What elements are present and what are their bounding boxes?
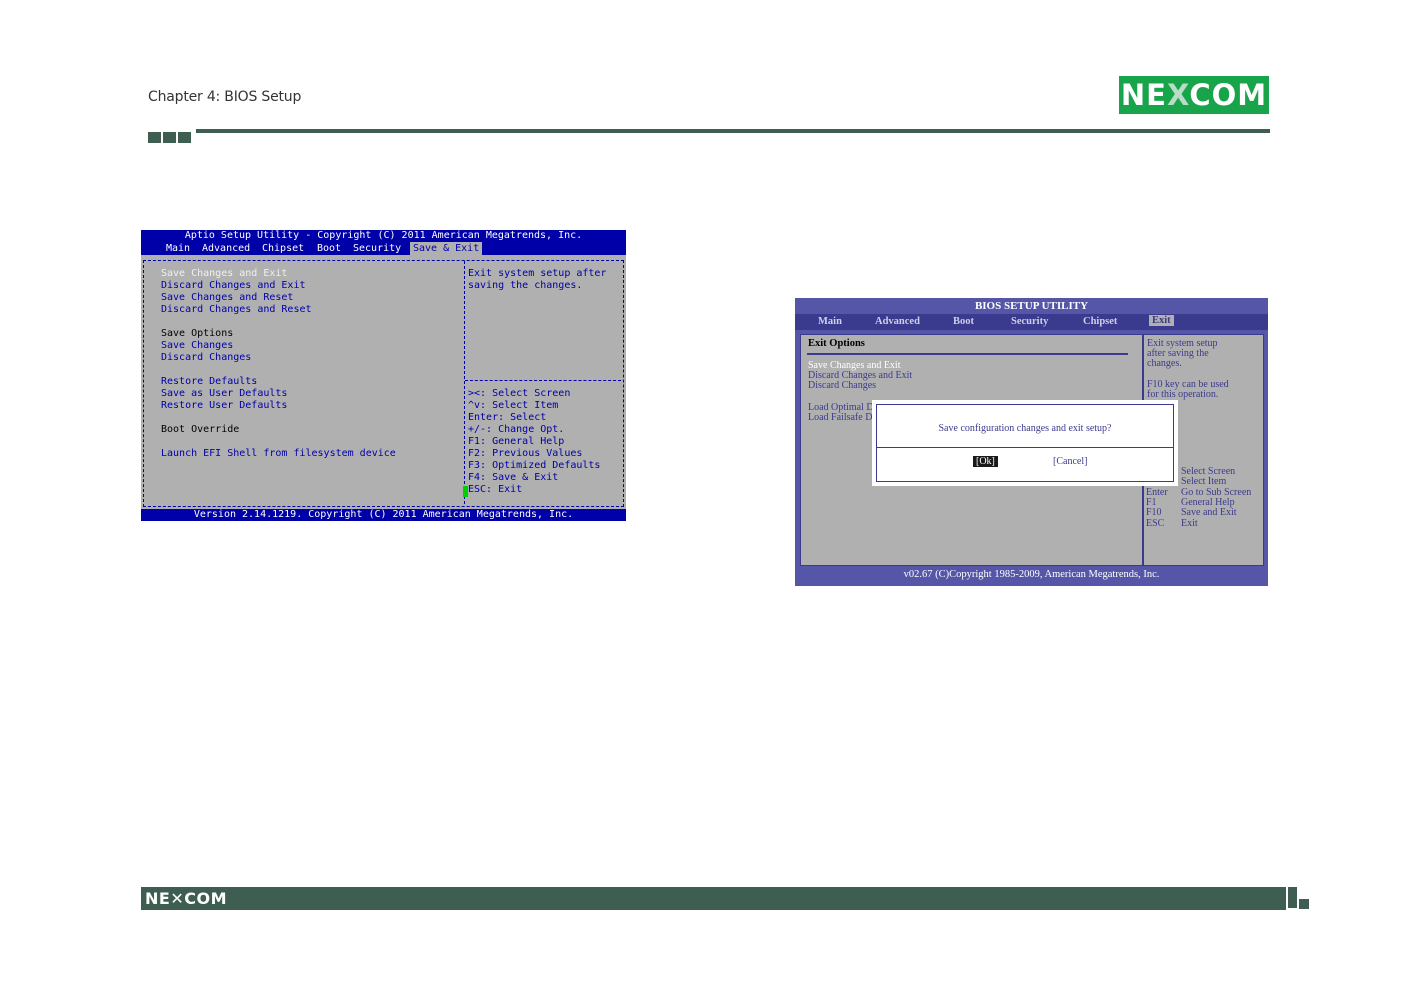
aptio-item-save-changes-reset[interactable]: Save Changes and Reset (161, 292, 293, 304)
ami-tab-security[interactable]: Security (1011, 316, 1048, 327)
aptio-item-restore-user-defaults[interactable]: Restore User Defaults (161, 400, 287, 412)
aptio-tab-security[interactable]: Security (353, 242, 401, 255)
ami-footer: v02.67 (C)Copyright 1985-2009, American … (903, 569, 1160, 580)
aptio-key-enter: Enter: Select (468, 412, 547, 423)
aptio-item-save-changes[interactable]: Save Changes (161, 340, 233, 352)
footer-square-1 (1288, 887, 1297, 908)
ami-key-desc-4: Save and Exit (1181, 507, 1237, 518)
aptio-tab-boot[interactable]: Boot (317, 242, 341, 255)
header-rule (196, 129, 1270, 133)
ami-item-load-failsafe[interactable]: Load Failsafe D (808, 413, 872, 423)
aptio-title-bar: Aptio Setup Utility - Copyright (C) 2011… (141, 230, 626, 242)
aptio-key-change-opt: +/-: Change Opt. (468, 424, 565, 435)
footer-bar (141, 887, 1286, 910)
aptio-tab-save-exit[interactable]: Save & Exit (410, 242, 483, 255)
aptio-tab-bar: Main Advanced Chipset Boot Security Save… (141, 242, 626, 255)
aptio-footer-bar: Version 2.14.1219. Copyright (C) 2011 Am… (141, 509, 626, 521)
ami-tab-chipset[interactable]: Chipset (1083, 316, 1117, 327)
aptio-key-f1: F1: General Help (468, 436, 565, 447)
ami-section-title: Exit Options (808, 338, 865, 349)
logo-text-right: COM (1189, 78, 1268, 112)
aptio-header-boot-override: Boot Override (161, 424, 240, 435)
ami-title: BIOS SETUP UTILITY (974, 300, 1089, 312)
aptio-key-select-item: ^v: Select Item (468, 400, 559, 411)
aptio-item-discard-changes-reset[interactable]: Discard Changes and Reset (161, 304, 312, 316)
ami-tab-advanced[interactable]: Advanced (875, 316, 920, 327)
ami-tab-boot[interactable]: Boot (953, 316, 974, 327)
footer-nexcom-logo: NE✕COM (145, 889, 227, 908)
aptio-key-f3: F3: Optimized Defaults (468, 460, 601, 471)
aptio-help-divider (465, 380, 621, 381)
aptio-item-save-user-defaults[interactable]: Save as User Defaults (161, 388, 287, 400)
aptio-item-discard-changes-exit[interactable]: Discard Changes and Exit (161, 280, 306, 292)
aptio-key-f2: F2: Previous Values (468, 448, 583, 459)
header-squares (148, 128, 193, 147)
aptio-help-text-1: Exit system setup after (468, 268, 607, 279)
ami-dialog-separator (877, 447, 1173, 448)
ami-dialog-ok-button[interactable]: [Ok] (973, 456, 998, 467)
ami-dialog-question: Save configuration changes and exit setu… (938, 423, 1112, 434)
ami-confirm-dialog: Save configuration changes and exit setu… (876, 404, 1174, 482)
aptio-column-divider (464, 261, 465, 504)
ami-item-discard-changes[interactable]: Discard Changes (808, 381, 876, 391)
aptio-item-save-changes-exit[interactable]: Save Changes and Exit (161, 268, 287, 280)
ami-key-4: F10 (1146, 507, 1162, 518)
ami-help-line-5: for this operation. (1147, 389, 1219, 400)
aptio-key-esc: ESC: Exit (468, 484, 523, 495)
ami-help-line-3: changes. (1147, 358, 1182, 369)
ami-dialog-cancel-button[interactable]: [Cancel] (1053, 456, 1087, 467)
ami-bios-screenshot: BIOS SETUP UTILITY Main Advanced Boot Se… (795, 298, 1268, 586)
aptio-item-restore-defaults[interactable]: Restore Defaults (161, 376, 257, 388)
ami-tab-exit[interactable]: Exit (1149, 315, 1174, 326)
chapter-title: Chapter 4: BIOS Setup (148, 89, 302, 105)
aptio-item-discard-changes[interactable]: Discard Changes (161, 352, 251, 364)
aptio-key-f4: F4: Save & Exit (468, 472, 559, 483)
logo-text-left: NE (1120, 78, 1167, 112)
aptio-tab-advanced[interactable]: Advanced (202, 242, 250, 255)
aptio-bios-screenshot: Aptio Setup Utility - Copyright (C) 2011… (141, 230, 626, 521)
ami-key-desc-1: Select Item (1181, 476, 1227, 487)
ami-key-desc-5: Exit (1181, 518, 1198, 529)
ami-menu-bar: Main Advanced Boot Security Chipset Exit (795, 314, 1268, 330)
nexcom-logo: NEXCOM (1119, 76, 1269, 114)
aptio-item-launch-efi-shell[interactable]: Launch EFI Shell from filesystem device (161, 448, 396, 460)
ami-section-underline (807, 353, 1128, 355)
ami-key-5: ESC (1146, 518, 1165, 529)
aptio-tab-chipset[interactable]: Chipset (262, 242, 304, 255)
ami-tab-main[interactable]: Main (818, 316, 842, 327)
aptio-key-select-screen: ><: Select Screen (468, 388, 571, 399)
logo-text-x: X (1166, 78, 1190, 112)
aptio-help-text-2: saving the changes. (468, 280, 583, 291)
aptio-header-save-options: Save Options (161, 328, 234, 339)
footer-square-2 (1299, 899, 1309, 909)
aptio-tab-main[interactable]: Main (166, 242, 190, 255)
